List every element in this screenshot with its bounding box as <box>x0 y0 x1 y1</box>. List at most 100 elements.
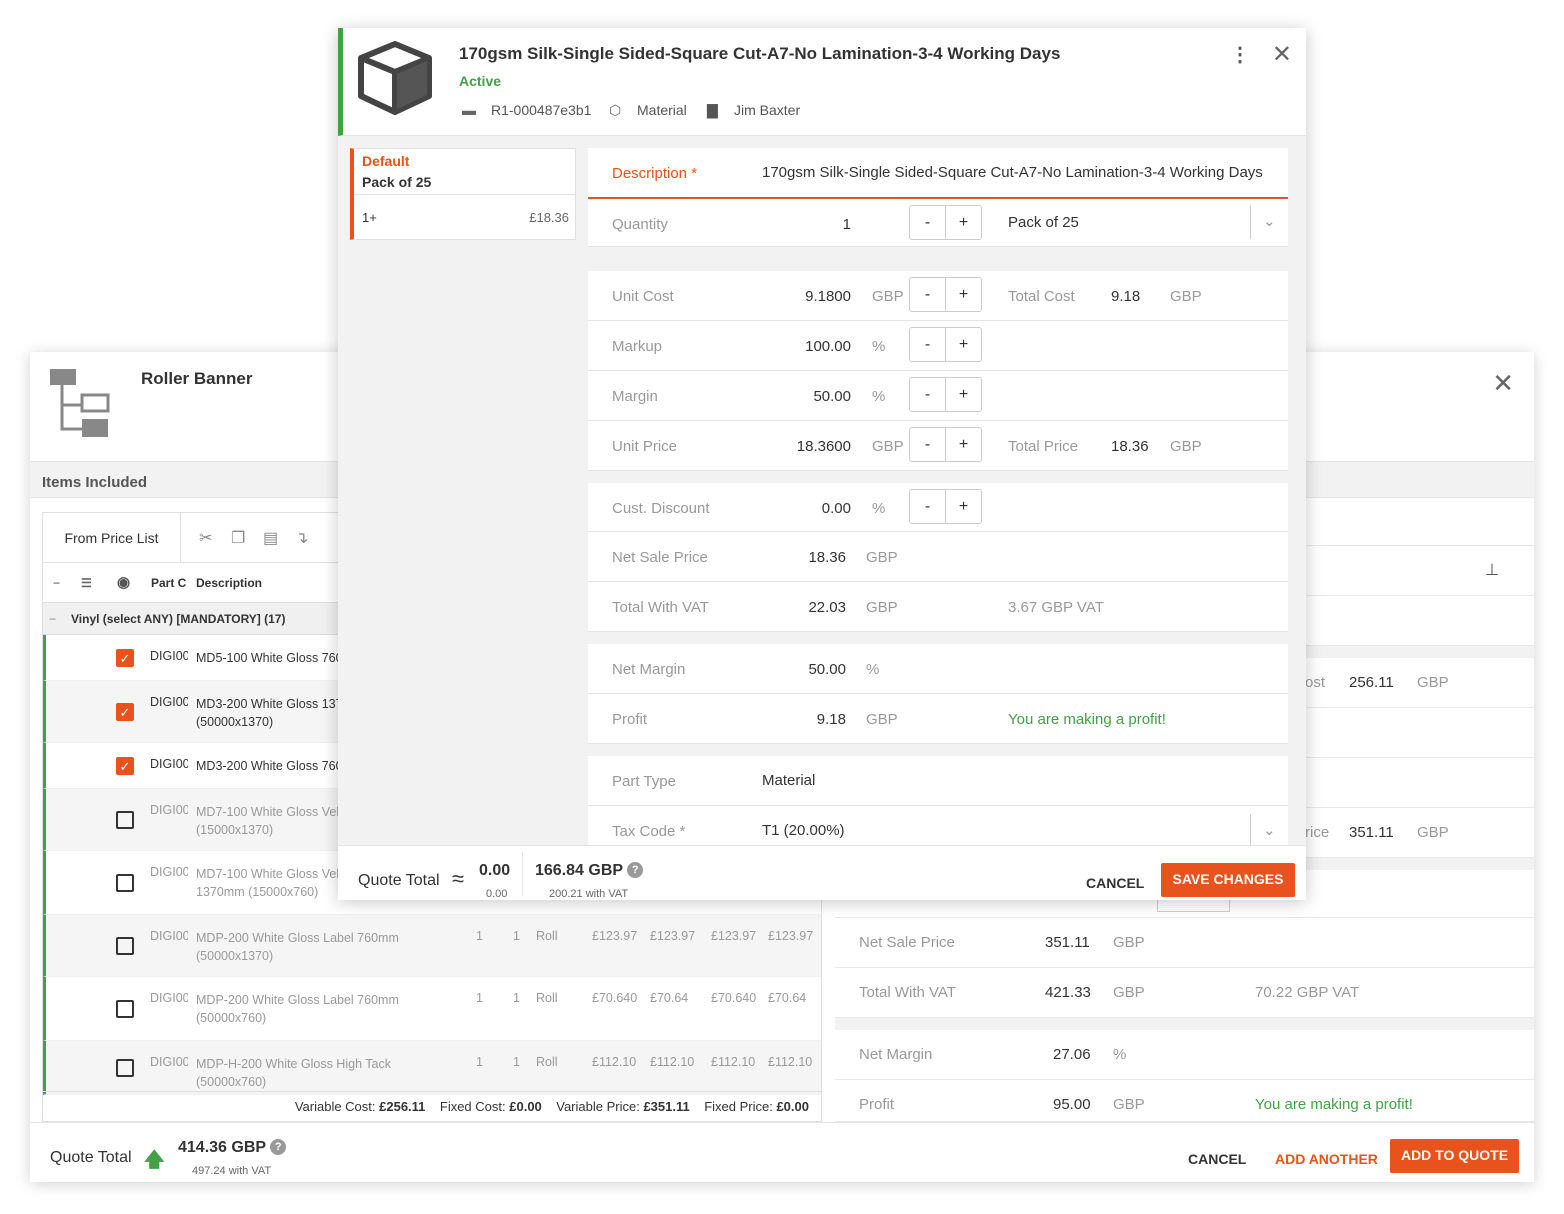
hierarchy-icon[interactable]: ⊥ <box>1485 560 1499 580</box>
discount-plus[interactable]: + <box>946 490 981 523</box>
markup-label: Markup <box>612 338 663 355</box>
row-checkbox[interactable] <box>116 937 134 955</box>
unit-price-minus[interactable]: - <box>910 428 946 461</box>
row-description: MD3-200 White Gloss 137 (50000x1370) <box>196 695 343 731</box>
table-row[interactable]: DIGI0006 MDP-200 White Gloss Label 760mm (… <box>43 915 821 977</box>
discount-input[interactable]: 0.00 <box>822 500 851 517</box>
unit-cost-plus[interactable]: + <box>946 278 981 311</box>
row-description: MD7-100 White Gloss Vel (15000x1370) <box>196 803 339 839</box>
row-checkbox[interactable] <box>116 1059 134 1077</box>
add-to-quote-button[interactable]: ADD TO QUOTE <box>1390 1139 1519 1173</box>
chevron-down-icon[interactable]: ⌄ <box>1250 814 1276 848</box>
right-net-margin-row: Net Margin 27.06 % <box>835 1030 1534 1080</box>
row-qty: 1 <box>476 991 483 1005</box>
quantity-row: Quantity 1 - + Pack of 25 ⌄ <box>588 199 1288 247</box>
right-cost-unit: GBP <box>1417 674 1449 691</box>
row-checkbox[interactable]: ✓ <box>116 703 134 721</box>
unit-price-input[interactable]: 18.3600 <box>797 438 851 455</box>
row-checkbox[interactable]: ✓ <box>116 649 134 667</box>
row-desc-line1: MD7-100 White Gloss Vel <box>196 867 340 881</box>
row-price3: £70.640 <box>711 991 757 1005</box>
price-break-card[interactable]: Default Pack of 25 1+ £18.36 <box>350 148 576 240</box>
rows-icon[interactable]: ☰ <box>81 576 92 590</box>
variable-cost: £256.11 <box>379 1099 426 1114</box>
row-qty2: 1 <box>513 1055 520 1069</box>
row-desc-line2: (15000x1370) <box>196 823 274 837</box>
total-price-unit: GBP <box>1170 438 1202 455</box>
right-price-label: rice <box>1305 824 1330 841</box>
description-row: Description * 170gsm Silk-Single Sided-S… <box>588 148 1288 199</box>
margin-input[interactable]: 50.00 <box>813 388 851 405</box>
panel-footer: Quote Total 🡅 414.36 GBP ? 497.24 with V… <box>30 1122 1534 1182</box>
col-part-code[interactable]: Part C <box>151 576 186 590</box>
table-row[interactable]: DIGI0008 MDP-H-200 White Gloss High Tack (… <box>43 1041 821 1095</box>
save-changes-button[interactable]: SAVE CHANGES <box>1161 863 1295 897</box>
row-part-code: DIGI0002 <box>150 695 188 709</box>
row-checkbox[interactable]: ✓ <box>116 757 134 775</box>
unit-cost-minus[interactable]: - <box>910 278 946 311</box>
row-desc-line1: MD5-100 White Gloss 760 <box>196 651 343 665</box>
price-break-price: £18.36 <box>529 210 569 225</box>
markup-plus[interactable]: + <box>946 328 981 361</box>
row-checkbox[interactable] <box>116 874 134 892</box>
group-toggle[interactable]: − <box>49 612 56 626</box>
margin-plus[interactable]: + <box>946 378 981 411</box>
help-icon[interactable]: ? <box>270 1139 287 1155</box>
scissors-icon[interactable]: ✂ <box>199 528 212 548</box>
close-icon[interactable]: ✕ <box>1492 368 1514 399</box>
cancel-button[interactable]: CANCEL <box>1086 875 1144 891</box>
row-description: MDP-200 White Gloss Label 760mm (50000x76… <box>196 991 399 1027</box>
profit-row: Profit 9.18 GBP You are making a profit! <box>588 694 1288 744</box>
cube-icon: ⬡ <box>609 102 622 118</box>
chevron-down-icon[interactable]: ⌄ <box>1250 205 1276 239</box>
cancel-button[interactable]: CANCEL <box>1188 1151 1246 1167</box>
quantity-minus[interactable]: - <box>910 206 946 239</box>
fixed-price: £0.00 <box>776 1099 809 1114</box>
margin-label: Margin <box>612 388 658 405</box>
close-icon[interactable]: ✕ <box>1272 40 1292 69</box>
collapse-all-icon[interactable]: − <box>53 576 60 590</box>
col-description[interactable]: Description <box>196 576 262 590</box>
row-part-code: DIGI0005 <box>150 865 188 879</box>
markup-minus[interactable]: - <box>910 328 946 361</box>
pack-select[interactable]: Pack of 25 <box>1008 214 1079 231</box>
quantity-plus[interactable]: + <box>946 206 981 239</box>
paste-icon[interactable]: ▤ <box>263 528 278 548</box>
row-checkbox[interactable] <box>116 811 134 829</box>
row-desc-line1: MD7-100 White Gloss Vel <box>196 805 340 819</box>
right-profit-value: 95.00 <box>1053 1096 1091 1113</box>
copy-icon[interactable]: ❐ <box>231 528 245 548</box>
margin-minus[interactable]: - <box>910 378 946 411</box>
description-input[interactable]: 170gsm Silk-Single Sided-Square Cut-A7-N… <box>762 164 1263 181</box>
quote-total-value: 414.36 GBP ? <box>178 1139 287 1157</box>
price-break-name: Default <box>362 153 410 169</box>
table-row[interactable]: DIGI0007 MDP-200 White Gloss Label 760mm (… <box>43 977 821 1041</box>
row-checkbox[interactable] <box>116 1000 134 1018</box>
tax-code-select[interactable]: T1 (20.00%) <box>762 822 845 839</box>
net-margin-value: 50.00 <box>808 661 846 678</box>
quantity-input[interactable]: 1 <box>843 216 851 233</box>
unit-price-unit: GBP <box>872 438 904 455</box>
unit-cost-input[interactable]: 9.1800 <box>805 288 851 305</box>
discount-minus[interactable]: - <box>910 490 946 523</box>
eye-icon[interactable]: ◉ <box>117 573 130 591</box>
more-vert-icon[interactable]: ⋮ <box>1230 42 1250 67</box>
indent-icon[interactable]: ↴ <box>295 528 308 548</box>
fixed-cost-label: Fixed Cost: <box>439 1099 506 1114</box>
row-price2: £123.97 <box>650 929 696 943</box>
add-another-button[interactable]: ADD ANOTHER <box>1275 1151 1378 1167</box>
row-description: MD7-100 White Gloss Vel 1370mm (15000x760… <box>196 865 339 901</box>
unit-price-plus[interactable]: + <box>946 428 981 461</box>
from-price-list-button[interactable]: From Price List <box>43 513 181 563</box>
check-icon: ✓ <box>119 759 131 774</box>
row-price4: £123.97 <box>768 929 814 943</box>
net-sale-row: Net Sale Price 18.36 GBP <box>588 532 1288 582</box>
check-icon: ✓ <box>119 651 131 666</box>
right-cost-value: 256.11 <box>1349 674 1394 691</box>
part-type-meta: Material <box>637 102 687 118</box>
total-price-value: 18.36 <box>1111 438 1149 455</box>
markup-input[interactable]: 100.00 <box>805 338 851 355</box>
row-price1: £70.640 <box>592 991 638 1005</box>
help-icon[interactable]: ? <box>627 862 644 878</box>
row-part-code: DIGI0007 <box>150 991 188 1005</box>
